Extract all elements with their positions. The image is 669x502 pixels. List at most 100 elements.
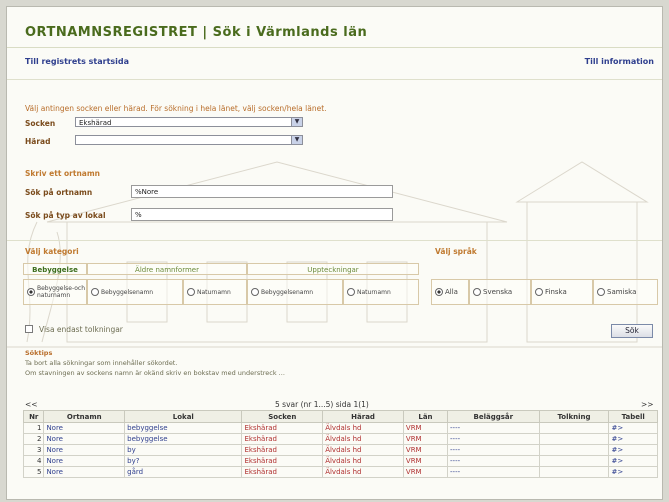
cell-lokal: bebyggelse — [124, 433, 243, 445]
cell-harad: Älvdals hd — [322, 455, 404, 467]
cell-lokal: by? — [124, 455, 243, 467]
cell-lokal: bebyggelse — [124, 422, 243, 434]
page-frame: ORTNAMNSREGISTRET | Sök i Värmlands län … — [6, 6, 663, 500]
cell-tolkning — [538, 444, 610, 456]
lokal-label: Sök på typ av lokal — [25, 211, 106, 220]
cell-tabell-link[interactable]: #> — [608, 444, 658, 456]
cell-lan: VRM — [402, 455, 449, 467]
cell-harad: Älvdals hd — [322, 444, 404, 456]
cell-nr: 3 — [22, 444, 45, 456]
chevron-down-icon: ▼ — [291, 118, 302, 126]
language-label: Svenska — [483, 288, 513, 296]
sok-button[interactable]: Sök — [611, 324, 653, 338]
cell-ortnamn[interactable]: Nore — [43, 433, 126, 445]
pager-prev[interactable]: << — [25, 400, 38, 409]
help-line-1: Ta bort alla sökningar som innehåller sö… — [25, 359, 178, 367]
col-tolkning: Tolkning — [538, 410, 610, 423]
tolkningar-checkbox[interactable] — [25, 325, 33, 333]
harad-select[interactable]: ▼ — [75, 135, 303, 145]
cell-tabell-link[interactable]: #> — [608, 433, 658, 445]
cell-socken[interactable]: Ekshärad — [241, 422, 324, 434]
info-link[interactable]: Till information — [585, 57, 654, 66]
ortnamn-section-title: Skriv ett ortnamn — [25, 169, 101, 178]
option-bebyggelse-och-naturnamn[interactable]: Bebyggelse-och naturnamn — [23, 279, 87, 305]
language-label: Samiska — [607, 288, 637, 296]
cell-lan: VRM — [402, 466, 449, 478]
table-row[interactable]: 1 Nore bebyggelse Ekshärad Älvdals hd VR… — [22, 422, 658, 434]
option-naturnamn[interactable]: Naturnamn — [183, 279, 247, 305]
option-uppteckningar-naturnamn[interactable]: Naturnamn — [343, 279, 419, 305]
socken-select-value: Ekshärad — [79, 119, 112, 127]
cell-belaggsar: ---- — [447, 444, 540, 456]
cell-belaggsar: ---- — [447, 466, 540, 478]
table-row[interactable]: 2 Nore bebyggelse Ekshärad Älvdals hd VR… — [22, 433, 658, 445]
cell-socken[interactable]: Ekshärad — [241, 455, 324, 467]
option-label: Bebyggelse-och naturnamn — [37, 285, 86, 299]
language-alla[interactable]: Alla — [431, 279, 469, 305]
col-tabell: Tabell — [608, 410, 658, 423]
page-title: ORTNAMNSREGISTRET | Sök i Värmlands län — [25, 25, 368, 40]
language-samiska[interactable]: Samiska — [593, 279, 658, 305]
option-uppteckningar-bebyggelsenamn[interactable]: Bebyggelsenamn — [247, 279, 343, 305]
radio-icon — [347, 288, 355, 296]
results-table: Nr Ortnamn Lokal Socken Härad Län Belägg… — [22, 410, 658, 478]
radio-selected-icon — [27, 288, 35, 296]
radio-icon — [535, 288, 543, 296]
pager-next[interactable]: >> — [641, 400, 654, 409]
col-lokal: Lokal — [124, 410, 243, 423]
page-header: ORTNAMNSREGISTRET | Sök i Värmlands län — [7, 7, 662, 48]
socken-select[interactable]: Ekshärad ▼ — [75, 117, 303, 127]
cell-tolkning — [538, 422, 610, 434]
ortnamn-label: Sök på ortnamn — [25, 188, 93, 197]
table-row[interactable]: 3 Nore by Ekshärad Älvdals hd VRM ---- #… — [22, 444, 658, 456]
tab-aldre-namnformer[interactable]: Äldre namnformer — [87, 263, 247, 275]
cell-socken[interactable]: Ekshärad — [241, 466, 324, 478]
ortnamn-input[interactable]: %Nore — [131, 185, 393, 198]
cell-ortnamn[interactable]: Nore — [43, 455, 126, 467]
option-label: Bebyggelsenamn — [101, 288, 154, 296]
help-title: Söktips — [25, 349, 53, 357]
tab-bebyggelse[interactable]: Bebyggelse — [23, 263, 87, 275]
cell-tolkning — [538, 466, 610, 478]
option-label: Naturnamn — [197, 288, 231, 296]
kategori-title: Välj kategori — [25, 247, 79, 256]
cell-nr: 5 — [22, 466, 45, 478]
language-label: Alla — [445, 288, 458, 296]
cell-nr: 2 — [22, 433, 45, 445]
cell-tabell-link[interactable]: #> — [608, 466, 658, 478]
cell-nr: 1 — [22, 422, 45, 434]
lokal-input[interactable]: % — [131, 208, 393, 221]
table-row[interactable]: 5 Nore gård Ekshärad Älvdals hd VRM ----… — [22, 466, 658, 478]
option-bebyggelsenamn[interactable]: Bebyggelsenamn — [87, 279, 183, 305]
chevron-down-icon: ▼ — [291, 136, 302, 144]
harad-label: Härad — [25, 137, 51, 146]
language-finska[interactable]: Finska — [531, 279, 593, 305]
cell-ortnamn[interactable]: Nore — [43, 422, 126, 434]
cell-belaggsar: ---- — [447, 433, 540, 445]
cell-lan: VRM — [402, 433, 449, 445]
cell-ortnamn[interactable]: Nore — [43, 466, 126, 478]
cell-tabell-link[interactable]: #> — [608, 455, 658, 467]
pager-summary: 5 svar (nr 1...5) sida 1(1) — [275, 400, 369, 409]
cell-socken[interactable]: Ekshärad — [241, 433, 324, 445]
search-instruction: Välj antingen socken eller härad. För sö… — [25, 104, 327, 113]
cell-socken[interactable]: Ekshärad — [241, 444, 324, 456]
cell-lan: VRM — [402, 422, 449, 434]
option-label: Bebyggelsenamn — [261, 288, 314, 296]
table-header-row: Nr Ortnamn Lokal Socken Härad Län Belägg… — [22, 410, 658, 423]
cell-tabell-link[interactable]: #> — [608, 422, 658, 434]
cell-belaggsar: ---- — [447, 422, 540, 434]
radio-icon — [597, 288, 605, 296]
radio-icon — [187, 288, 195, 296]
col-ortnamn: Ortnamn — [43, 410, 126, 423]
table-row[interactable]: 4 Nore by? Ekshärad Älvdals hd VRM ---- … — [22, 455, 658, 467]
language-svenska[interactable]: Svenska — [469, 279, 531, 305]
cell-lokal: by — [124, 444, 243, 456]
option-label: Naturnamn — [357, 288, 391, 296]
tab-uppteckningar[interactable]: Uppteckningar — [247, 263, 419, 275]
category-tabs: Bebyggelse Äldre namnformer Uppteckninga… — [23, 263, 419, 275]
col-harad: Härad — [322, 410, 404, 423]
cell-ortnamn[interactable]: Nore — [43, 444, 126, 456]
home-link[interactable]: Till registrets startsida — [25, 57, 129, 66]
radio-icon — [91, 288, 99, 296]
